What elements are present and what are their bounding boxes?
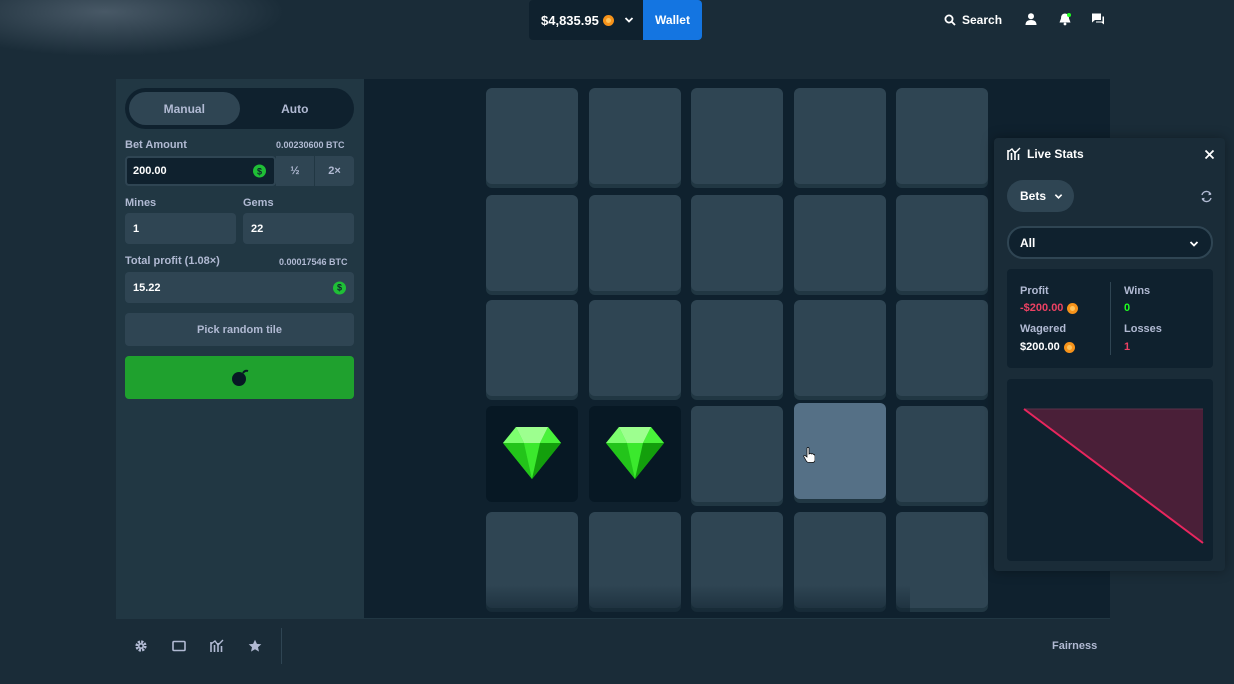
half-bet-button[interactable]: ½: [276, 156, 314, 186]
gear-icon[interactable]: [134, 639, 148, 653]
star-icon[interactable]: [248, 639, 262, 653]
mine-tile[interactable]: [486, 88, 578, 184]
btc-coin-icon: [602, 14, 614, 26]
wagered-value: $200.00: [1020, 341, 1075, 353]
user-icon[interactable]: [1024, 12, 1038, 26]
mine-tile[interactable]: [486, 300, 578, 396]
wins-value: 0: [1124, 302, 1131, 314]
revealed-gem-tile[interactable]: [589, 406, 681, 502]
mine-tile[interactable]: [691, 88, 783, 184]
search-label: Search: [962, 13, 1003, 27]
mines-label: Mines: [125, 197, 157, 209]
gems-value: 22: [251, 222, 264, 235]
mine-tile[interactable]: [896, 88, 988, 184]
tab-auto[interactable]: Auto: [240, 92, 351, 125]
mine-tile[interactable]: [691, 406, 783, 502]
mine-tile[interactable]: [794, 300, 886, 396]
mine-tile[interactable]: [794, 195, 886, 291]
wagered-amount: $200.00: [1020, 341, 1060, 353]
game-footer: [116, 618, 1110, 674]
mine-tile[interactable]: [896, 300, 988, 396]
bet-amount-value: 200.00: [133, 165, 167, 177]
chevron-down-icon: [1189, 241, 1199, 247]
stats-icon[interactable]: [210, 639, 224, 653]
bet-mode-tabs: Manual Auto: [125, 88, 354, 129]
btc-coin-icon: [1067, 302, 1079, 314]
mine-tile[interactable]: [589, 300, 681, 396]
total-profit-label: Total profit (1.08×): [125, 255, 220, 267]
double-bet-button[interactable]: 2×: [315, 156, 354, 186]
total-profit-btc: 0.00017546 BTC: [279, 257, 348, 267]
gems-label: Gems: [243, 197, 274, 209]
losses-label: Losses: [1124, 323, 1162, 335]
mine-tile[interactable]: [896, 195, 988, 291]
chevron-down-icon: [1054, 193, 1063, 199]
live-stats-header: Live Stats: [1007, 147, 1084, 161]
mine-tile[interactable]: [589, 88, 681, 184]
logo-glow: [0, 0, 300, 60]
mine-tile[interactable]: [896, 406, 988, 502]
stats-range-dropdown[interactable]: All: [1007, 226, 1213, 259]
tab-manual[interactable]: Manual: [129, 92, 240, 125]
pick-random-tile-button[interactable]: Pick random tile: [125, 313, 354, 346]
stats-range-label: All: [1020, 235, 1036, 250]
gem-icon: [606, 427, 664, 479]
bet-button[interactable]: [125, 356, 354, 399]
gem-icon: [503, 427, 561, 479]
search-icon: [944, 14, 956, 26]
close-icon[interactable]: [1203, 148, 1216, 161]
hand-cursor-icon: [803, 447, 815, 463]
balance-amount: $4,835.95: [541, 12, 599, 28]
chat-icon[interactable]: [1091, 12, 1105, 26]
bet-amount-input[interactable]: 200.00 $: [125, 156, 276, 186]
losses-value: 1: [1124, 341, 1131, 353]
mine-tile[interactable]: [691, 300, 783, 396]
bomb-icon: [231, 369, 248, 386]
balance-selector[interactable]: $4,835.95: [529, 0, 643, 40]
mine-tile[interactable]: [486, 195, 578, 291]
mines-value: 1: [133, 222, 140, 235]
fairness-link[interactable]: Fairness: [1052, 640, 1097, 652]
profit-chart: [1007, 379, 1213, 561]
stats-filter-label: Bets: [1020, 189, 1047, 203]
usd-coin-icon: $: [333, 281, 346, 294]
wagered-label: Wagered: [1020, 323, 1067, 335]
mine-tile[interactable]: [691, 195, 783, 291]
wins-label: Wins: [1124, 285, 1151, 297]
bet-amount-btc: 0.00230600 BTC: [276, 140, 345, 150]
theatre-icon[interactable]: [172, 639, 186, 653]
wallet-button[interactable]: Wallet: [643, 0, 702, 40]
mine-tile[interactable]: [589, 195, 681, 291]
live-stats-title: Live Stats: [1027, 147, 1084, 161]
refresh-icon[interactable]: [1200, 190, 1213, 203]
chevron-down-icon: [624, 17, 633, 23]
live-stats-icon: [1007, 147, 1021, 160]
bet-amount-label: Bet Amount: [125, 139, 187, 151]
gems-field: 22: [243, 213, 354, 244]
profit-value: -$200.00: [1020, 302, 1079, 314]
total-profit-field: 15.22 $: [125, 272, 354, 303]
search-button[interactable]: Search: [944, 12, 1002, 28]
notification-bell-icon[interactable]: [1058, 12, 1072, 26]
stats-divider: [1110, 282, 1111, 355]
profit-chart-svg: [1023, 408, 1204, 544]
revealed-gem-tile[interactable]: [486, 406, 578, 502]
footer-divider: [281, 628, 282, 664]
btc-coin-icon: [1063, 341, 1075, 353]
profit-amount: -$200.00: [1020, 302, 1064, 314]
mines-select[interactable]: 1: [125, 213, 236, 244]
total-profit-value: 15.22: [133, 281, 161, 294]
mine-tile[interactable]: [794, 88, 886, 184]
profit-label: Profit: [1020, 285, 1049, 297]
usd-coin-icon: $: [253, 164, 266, 178]
stats-filter-dropdown[interactable]: Bets: [1007, 180, 1074, 212]
